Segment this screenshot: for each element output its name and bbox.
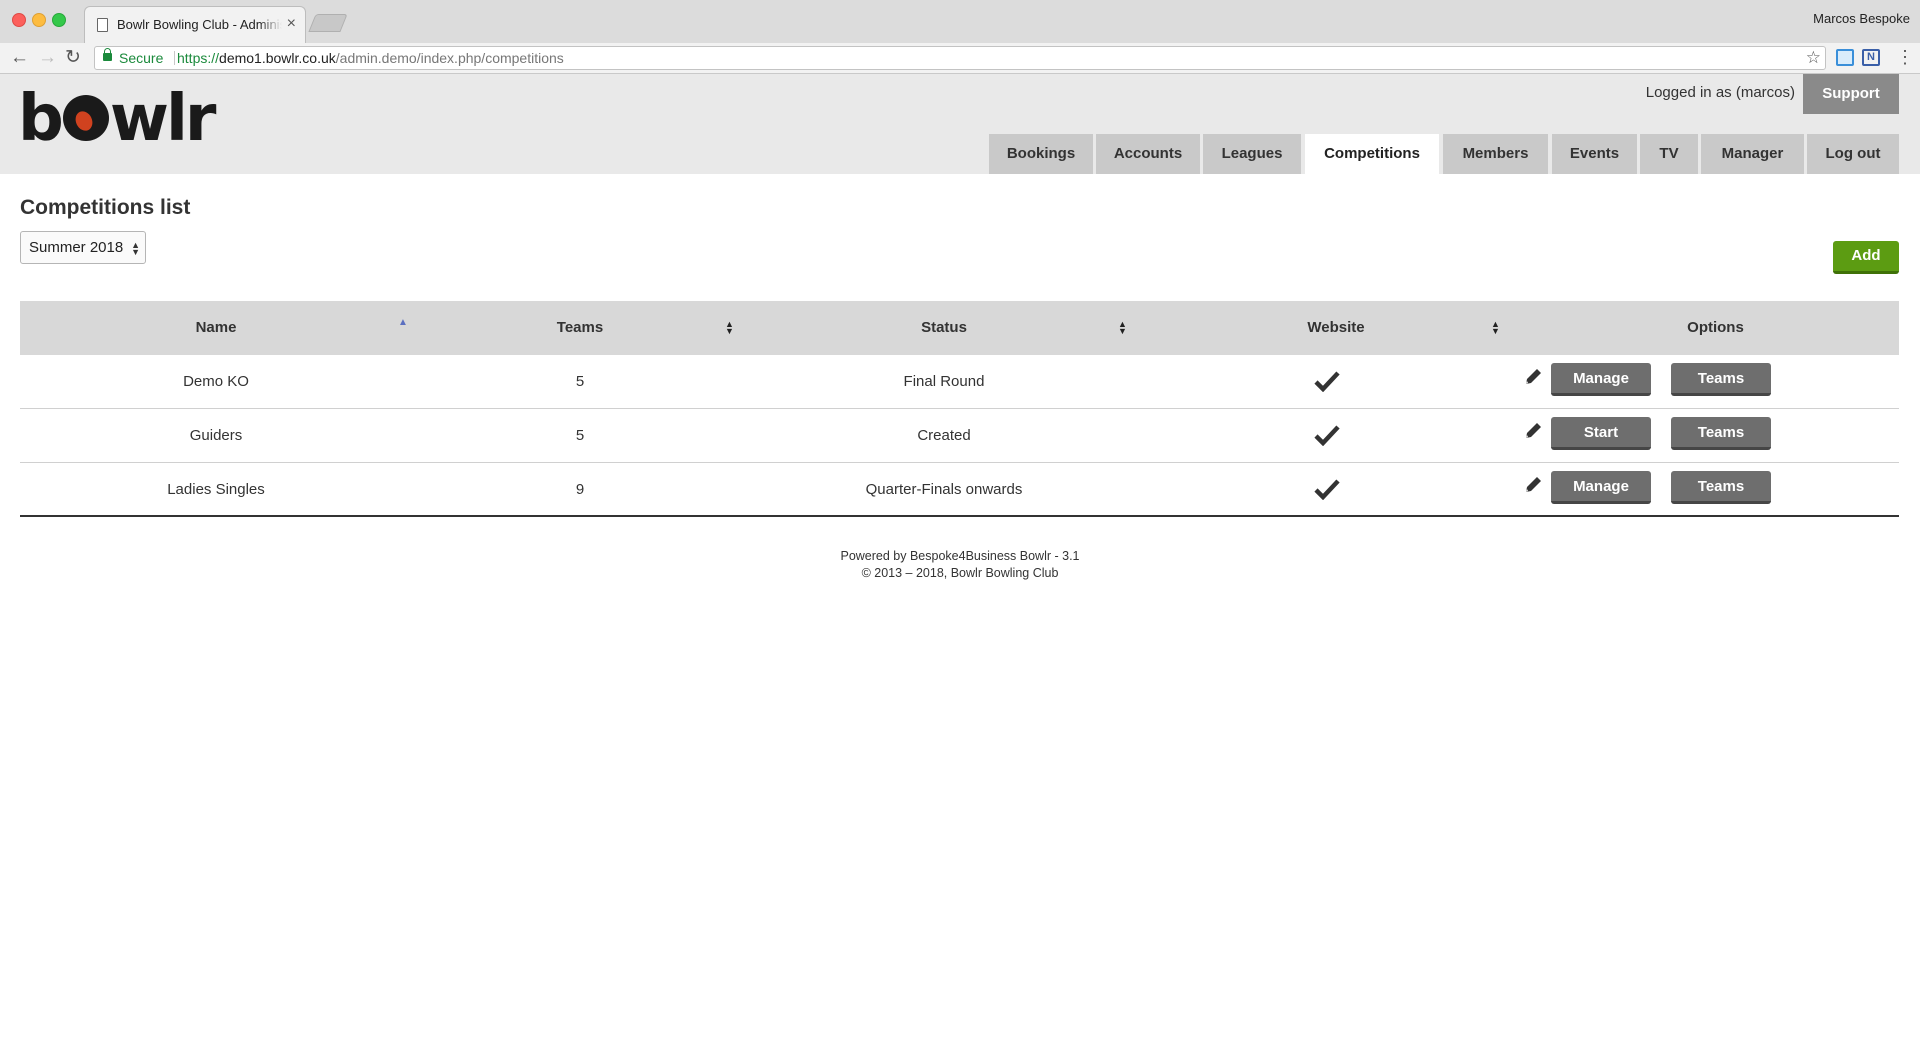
extension-icon[interactable] (1836, 49, 1854, 66)
secure-label: Secure (119, 50, 164, 66)
lock-icon (103, 48, 112, 61)
cell-name: Ladies Singles (167, 481, 265, 498)
support-button[interactable]: Support (1803, 74, 1899, 114)
nav-accounts[interactable]: Accounts (1096, 134, 1200, 174)
season-select[interactable]: Summer 2018 ▲ ▼ (20, 231, 146, 264)
select-arrows-icon: ▲ ▼ (131, 240, 140, 257)
forward-icon[interactable]: → (38, 47, 57, 69)
table-row: Guiders 5 Created Start Teams (20, 409, 1899, 463)
edit-pencil-icon[interactable] (1523, 475, 1543, 495)
cell-name: Guiders (189, 427, 243, 444)
table-header: Name ▲ Teams ▲ ▼ Status ▲ ▼ Website ▲ ▼ Opt… (20, 301, 1899, 355)
main-nav: Bookings Accounts Leagues Competitions M… (0, 134, 1920, 174)
nav-events[interactable]: Events (1552, 134, 1637, 174)
os-user-name[interactable]: Marcos Bespoke (1813, 11, 1910, 26)
close-window-button[interactable] (12, 13, 26, 27)
sort-icon[interactable]: ▲ ▼ (1118, 301, 1127, 355)
cell-name: Demo KO (183, 373, 249, 390)
nav-members[interactable]: Members (1443, 134, 1548, 174)
url-separator (174, 51, 175, 65)
new-tab-button[interactable] (308, 14, 348, 32)
teams-button[interactable]: Teams (1671, 363, 1771, 396)
edit-pencil-icon[interactable] (1523, 421, 1543, 441)
edit-pencil-icon[interactable] (1523, 367, 1543, 387)
url-host: demo1.bowlr.co.uk (219, 50, 336, 66)
browser-tab-bar: Bowlr Bowling Club - Administration × Ma… (0, 0, 1920, 43)
check-icon (1314, 479, 1340, 500)
reload-icon[interactable]: ↻ (65, 47, 81, 69)
column-header-website[interactable]: Website (1140, 301, 1532, 355)
sort-icon[interactable]: ▲ ▼ (725, 301, 734, 355)
check-icon (1314, 371, 1340, 392)
column-header-status[interactable]: Status (748, 301, 1140, 355)
season-select-value: Summer 2018 (29, 239, 124, 256)
back-icon[interactable]: ← (10, 47, 29, 69)
column-header-name[interactable]: Name (20, 301, 412, 355)
nav-competitions[interactable]: Competitions (1305, 134, 1439, 174)
minimize-window-button[interactable] (32, 13, 46, 27)
page-footer: Powered by Bespoke4Business Bowlr - 3.1 … (0, 548, 1920, 582)
page-title: Competitions list (20, 196, 191, 219)
document-icon (97, 18, 108, 32)
tab-close-icon[interactable]: × (287, 15, 296, 33)
nav-manager[interactable]: Manager (1701, 134, 1804, 174)
manage-button[interactable]: Manage (1551, 471, 1651, 504)
check-icon (1314, 425, 1340, 446)
logged-in-label: Logged in as (marcos) (1645, 84, 1795, 101)
manage-button[interactable]: Manage (1551, 363, 1651, 396)
table-row: Demo KO 5 Final Round Manage Teams (20, 355, 1899, 409)
sort-icon[interactable]: ▲ ▼ (1491, 301, 1500, 355)
start-button[interactable]: Start (1551, 417, 1651, 450)
nav-leagues[interactable]: Leagues (1203, 134, 1301, 174)
cell-status: Created (917, 427, 971, 444)
browser-menu-icon[interactable]: ⋮ (1896, 46, 1914, 68)
sort-asc-icon[interactable]: ▲ (398, 301, 408, 355)
cell-status: Final Round (903, 373, 985, 390)
cell-teams: 5 (575, 427, 585, 444)
column-header-options: Options (1687, 319, 1744, 336)
column-header-teams[interactable]: Teams (412, 301, 748, 355)
add-competition-button[interactable]: Add (1833, 241, 1899, 274)
address-bar[interactable]: Secure https://demo1.bowlr.co.uk/admin.d… (94, 46, 1826, 70)
competitions-table: Name ▲ Teams ▲ ▼ Status ▲ ▼ Website ▲ ▼ Opt… (20, 301, 1899, 517)
cell-teams: 5 (575, 373, 585, 390)
nav-logout[interactable]: Log out (1807, 134, 1899, 174)
url-text[interactable]: https://demo1.bowlr.co.uk/admin.demo/ind… (177, 47, 564, 69)
cell-status: Quarter-Finals onwards (865, 481, 1023, 498)
table-row: Ladies Singles 9 Quarter-Finals onwards … (20, 463, 1899, 517)
extension-n-icon[interactable]: N (1862, 49, 1880, 66)
teams-button[interactable]: Teams (1671, 417, 1771, 450)
bookmark-star-icon[interactable]: ☆ (1806, 47, 1821, 69)
nav-tv[interactable]: TV (1640, 134, 1698, 174)
browser-tab[interactable]: Bowlr Bowling Club - Administration × (84, 6, 306, 43)
browser-toolbar: ← → ↻ Secure https://demo1.bowlr.co.uk/a… (0, 43, 1920, 74)
nav-bookings[interactable]: Bookings (989, 134, 1093, 174)
teams-button[interactable]: Teams (1671, 471, 1771, 504)
app-header: b wlr Logged in as (marcos) Support Booki… (0, 74, 1920, 174)
cell-teams: 9 (575, 481, 585, 498)
maximize-window-button[interactable] (52, 13, 66, 27)
powered-by-text: Powered by Bespoke4Business Bowlr - 3.1 (840, 549, 1080, 563)
copyright-text: © 2013 – 2018, Bowlr Bowling Club (861, 566, 1059, 580)
url-scheme: https:// (177, 50, 220, 66)
tab-title: Bowlr Bowling Club - Administration (117, 17, 282, 32)
url-path: /admin.demo/index.php/competitions (335, 50, 564, 66)
